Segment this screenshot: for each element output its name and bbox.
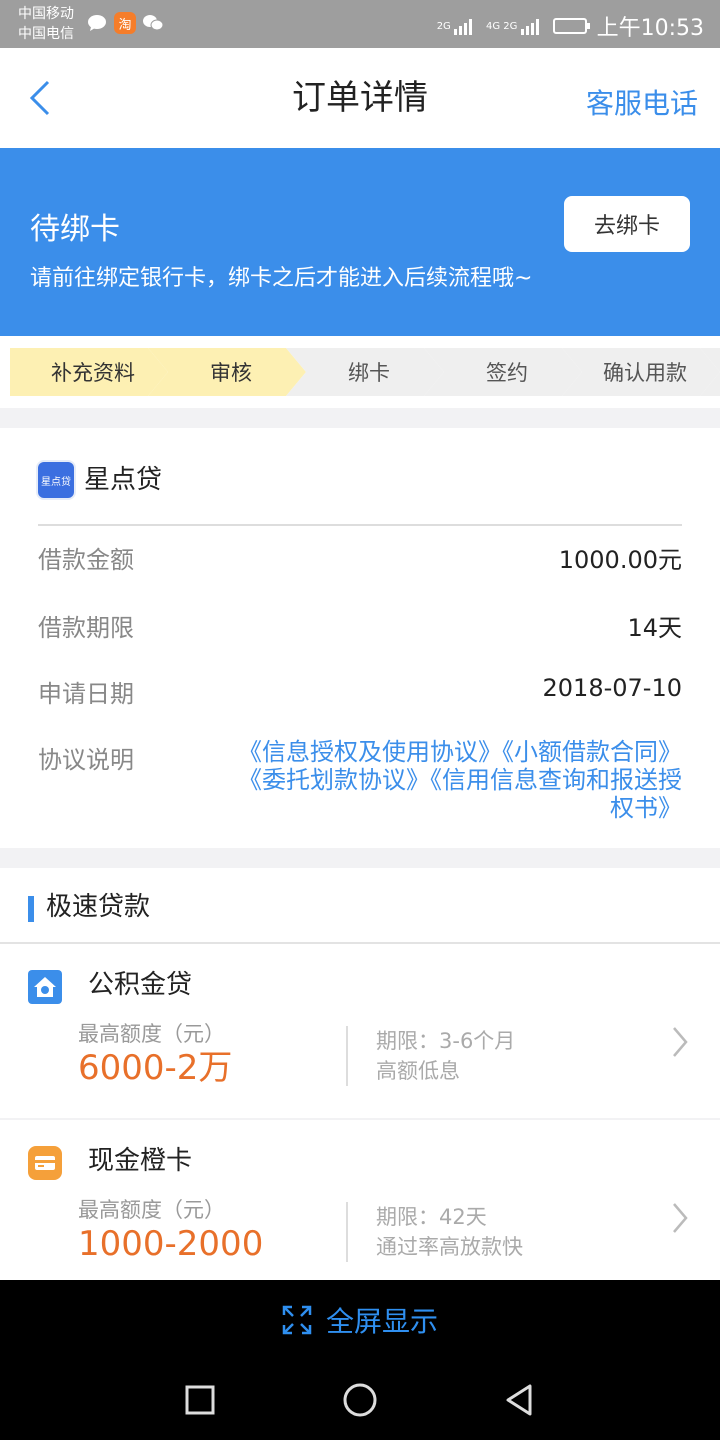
loan-item-housing-fund[interactable]: 公积金贷 最高额度（元） 6000-2万 期限：3-6个月 高额低息: [0, 944, 720, 1118]
home-icon[interactable]: [340, 1380, 380, 1420]
taobao-icon-char: 淘: [118, 17, 132, 33]
notification-icons: 淘: [86, 12, 164, 34]
nav-bar: 订单详情 客服电话: [0, 48, 720, 148]
loan-feature: 通过率高放款快: [376, 1235, 523, 1259]
agreement-links: 《信息授权及使用协议》《小额借款合同》《委托划款协议》《信用信息查询和报送授权书…: [222, 738, 682, 822]
loan-term-info: 期限：3-6个月 高额低息: [376, 1026, 515, 1086]
fast-loan-header: 极速贷款: [0, 868, 720, 944]
loan-max-label: 最高额度（元）: [78, 1198, 225, 1222]
clock: 上午10:53: [596, 16, 704, 41]
network-type-2: 4G 2G: [486, 21, 518, 32]
agreement-link-info-auth[interactable]: 《信息授权及使用协议》: [238, 738, 502, 766]
loan-amount-value: 1000.00元: [558, 546, 682, 574]
carrier-info: 中国移动 中国电信: [18, 4, 74, 44]
fullscreen-label: 全屏显示: [325, 1305, 438, 1338]
divider: [38, 524, 682, 526]
status-bar: 中国移动 中国电信 淘 2G 4G 2G 上午10:53: [0, 0, 720, 48]
card-icon: [28, 1146, 62, 1180]
order-detail-card: 星点贷 星点贷 借款金额 1000.00元 借款期限 14天 申请日期 2018…: [0, 428, 720, 848]
progress-steps: 补充资料 审核 绑卡 签约 确认用款: [0, 336, 720, 408]
step-label: 签约: [486, 361, 528, 385]
signal-1-icon: 2G: [437, 17, 476, 35]
banner-description: 请前往绑定银行卡，绑卡之后才能进入后续流程哦~: [30, 266, 533, 291]
loan-amount: 1000-2000: [78, 1224, 264, 1264]
loan-term: 期限：42天: [376, 1205, 487, 1229]
step-2: 审核: [148, 348, 306, 396]
step-3: 绑卡: [286, 348, 444, 396]
agreement-label: 协议说明: [38, 746, 134, 774]
step-label: 确认用款: [603, 361, 687, 385]
house-icon: [28, 970, 62, 1004]
carrier-1: 中国移动: [18, 6, 74, 22]
agreement-link-credit-query[interactable]: 《信用信息查询和报送授权书》: [430, 766, 682, 822]
chevron-right-icon: [673, 1027, 688, 1057]
product-name: 星点贷: [84, 465, 163, 495]
step-label: 绑卡: [348, 361, 390, 385]
loan-term-info: 期限：42天 通过率高放款快: [376, 1202, 523, 1262]
agreement-link-entrust[interactable]: 《委托划款协议》: [238, 766, 430, 794]
loan-feature: 高额低息: [376, 1059, 460, 1083]
carrier-2: 中国电信: [18, 26, 74, 42]
section-accent-bar: [28, 896, 34, 922]
apply-date-label: 申请日期: [38, 680, 134, 708]
step-1: 补充资料: [10, 348, 168, 396]
bind-card-button[interactable]: 去绑卡: [564, 196, 690, 252]
divider: [346, 1026, 348, 1086]
fullscreen-button[interactable]: 全屏显示: [0, 1280, 720, 1360]
loan-term-label: 借款期限: [38, 614, 134, 642]
battery-icon: [552, 18, 590, 34]
loan-amount-label: 借款金额: [38, 546, 134, 574]
status-right: 2G 4G 2G 上午10:53: [437, 10, 704, 42]
step-label: 补充资料: [51, 361, 135, 385]
banner-title: 待绑卡: [30, 212, 120, 247]
signal-2-icon: 4G 2G: [486, 17, 543, 35]
chevron-left-icon: [29, 80, 50, 116]
product-logo: 星点贷: [38, 462, 74, 498]
step-label: 审核: [210, 361, 252, 385]
expand-icon: [282, 1305, 312, 1335]
apply-date-value: 2018-07-10: [542, 674, 682, 702]
step-5: 确认用款: [562, 348, 720, 396]
step-4: 签约: [424, 348, 582, 396]
taobao-icon: 淘: [114, 12, 136, 34]
loan-max-label: 最高额度（元）: [78, 1022, 225, 1046]
wechat-icon: [142, 12, 164, 34]
loan-name: 公积金贷: [88, 970, 193, 1000]
section-title: 极速贷款: [46, 892, 151, 922]
loan-amount: 6000-2万: [78, 1048, 233, 1088]
loan-name: 现金橙卡: [88, 1146, 193, 1176]
status-banner: 待绑卡 请前往绑定银行卡，绑卡之后才能进入后续流程哦~ 去绑卡: [0, 148, 720, 336]
back-triangle-icon[interactable]: [500, 1380, 540, 1420]
chevron-right-icon: [673, 1203, 688, 1233]
service-phone-button[interactable]: 客服电话: [586, 82, 698, 122]
recent-apps-icon[interactable]: [180, 1380, 220, 1420]
chat-bubble-icon: [86, 12, 108, 34]
system-nav-bar: [0, 1360, 720, 1440]
network-type-1: 2G: [436, 21, 451, 32]
loan-term: 期限：3-6个月: [376, 1029, 516, 1053]
loan-item-cash-card[interactable]: 现金橙卡 最高额度（元） 1000-2000 期限：42天 通过率高放款快: [0, 1120, 720, 1280]
product-logo-text: 星点贷: [41, 476, 71, 488]
agreement-link-loan-contract[interactable]: 《小额借款合同》: [502, 738, 682, 766]
loan-term-value: 14天: [627, 614, 682, 642]
divider: [346, 1202, 348, 1262]
back-button[interactable]: [24, 78, 64, 118]
